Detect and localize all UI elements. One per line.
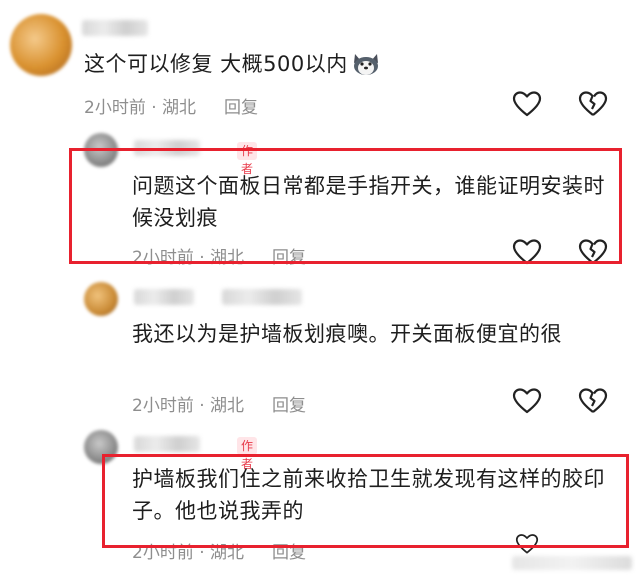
avatar[interactable] (10, 14, 72, 76)
comment-text: 问题这个面板日常都是手指开关，谁能证明安装时候没划痕 (132, 174, 605, 230)
time-location: 2小时前 · 湖北 (132, 248, 245, 268)
username[interactable] (134, 436, 200, 452)
reply-button[interactable]: 回复 (224, 98, 258, 118)
time-location: 2小时前 · 湖北 (132, 396, 245, 416)
avatar[interactable] (84, 430, 118, 464)
username[interactable] (134, 140, 200, 156)
reply-button[interactable]: 回复 (272, 396, 306, 416)
heart-outline-icon[interactable] (512, 387, 542, 415)
author-badge: 作者 (237, 437, 258, 471)
username[interactable] (82, 20, 148, 36)
comment-text: 护墙板我们住之前来收拾卫生就发现有这样的胶印子。他也说我弄的 (132, 467, 605, 523)
heart-outline-icon[interactable] (512, 238, 542, 266)
broken-heart-icon[interactable] (578, 387, 608, 415)
time-location: 2小时前 · 湖北 (84, 98, 197, 118)
comment-meta: 2小时前 · 湖北 回复 (132, 243, 306, 268)
comment-meta: 2小时前 · 湖北 回复 (132, 538, 306, 563)
comment-meta: 2小时前 · 湖北 回复 (132, 391, 306, 416)
broken-heart-icon[interactable] (578, 90, 608, 118)
comment-text: 我还以为是护墙板划痕噢。开关面板便宜的很 (132, 322, 562, 346)
heart-outline-icon[interactable] (512, 533, 542, 555)
username-extra (222, 289, 302, 305)
husky-dog-emoji (352, 52, 380, 76)
username[interactable] (134, 289, 194, 305)
broken-heart-icon[interactable] (578, 238, 608, 266)
comment-meta: 2小时前 · 湖北 回复 (84, 93, 258, 118)
avatar[interactable] (84, 282, 118, 316)
time-location: 2小时前 · 湖北 (132, 543, 245, 563)
reply-button[interactable]: 回复 (272, 248, 306, 268)
reply-button[interactable]: 回复 (272, 543, 306, 563)
watermark (512, 556, 632, 570)
heart-outline-icon[interactable] (512, 90, 542, 118)
avatar[interactable] (84, 133, 118, 167)
comment-text: 这个可以修复 大概500以内 (84, 48, 604, 80)
author-badge: 作者 (237, 142, 258, 176)
